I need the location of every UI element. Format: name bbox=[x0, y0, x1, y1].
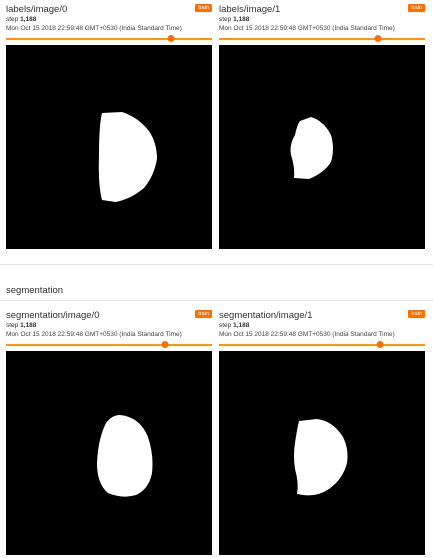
mask-image bbox=[219, 45, 425, 249]
card-title: segmentation/image/1 bbox=[219, 310, 313, 321]
run-badge[interactable]: train bbox=[195, 310, 212, 318]
step-label: step bbox=[6, 322, 19, 329]
card-title: labels/image/0 bbox=[6, 4, 68, 15]
step-value: 1,188 bbox=[20, 16, 37, 23]
timestamp: Mon Oct 15 2018 22:59:48 GMT+0530 (India… bbox=[219, 25, 395, 32]
slider-track bbox=[219, 344, 425, 346]
slider-track bbox=[219, 38, 425, 40]
section-header-segmentation[interactable]: segmentation bbox=[6, 285, 63, 296]
timestamp: Mon Oct 15 2018 22:59:48 GMT+0530 (India… bbox=[219, 331, 395, 338]
card-title: labels/image/1 bbox=[219, 4, 281, 15]
mask-image bbox=[6, 45, 212, 249]
step-slider[interactable] bbox=[6, 35, 212, 43]
mask-image bbox=[6, 351, 212, 555]
step-line: step 1,188 bbox=[219, 16, 249, 24]
section-divider-top bbox=[0, 264, 433, 265]
step-line: step 1,188 bbox=[6, 322, 36, 330]
step-slider[interactable] bbox=[219, 35, 425, 43]
tensorboard-images-page: labels/image/0 train step 1,188 Mon Oct … bbox=[0, 0, 433, 558]
step-value: 1,188 bbox=[233, 16, 250, 23]
step-value: 1,188 bbox=[233, 322, 250, 329]
slider-thumb[interactable] bbox=[376, 341, 384, 348]
image-display bbox=[6, 351, 212, 555]
section-divider-bottom bbox=[0, 300, 433, 301]
step-label: step bbox=[6, 16, 19, 23]
step-line: step 1,188 bbox=[219, 322, 249, 330]
image-display bbox=[219, 45, 425, 249]
run-badge[interactable]: train bbox=[408, 4, 425, 12]
slider-track bbox=[6, 38, 212, 40]
image-display bbox=[219, 351, 425, 555]
step-slider[interactable] bbox=[219, 341, 425, 349]
run-badge[interactable]: train bbox=[195, 4, 212, 12]
slider-thumb[interactable] bbox=[374, 35, 382, 42]
timestamp: Mon Oct 15 2018 22:59:48 GMT+0530 (India… bbox=[6, 331, 182, 338]
card-title: segmentation/image/0 bbox=[6, 310, 100, 321]
step-line: step 1,188 bbox=[6, 16, 36, 24]
step-value: 1,188 bbox=[20, 322, 37, 329]
step-slider[interactable] bbox=[6, 341, 212, 349]
slider-track bbox=[6, 344, 212, 346]
image-display bbox=[6, 45, 212, 249]
step-label: step bbox=[219, 16, 232, 23]
run-badge[interactable]: train bbox=[408, 310, 425, 318]
step-label: step bbox=[219, 322, 232, 329]
timestamp: Mon Oct 15 2018 22:59:48 GMT+0530 (India… bbox=[6, 25, 182, 32]
mask-image bbox=[219, 351, 425, 555]
slider-thumb[interactable] bbox=[167, 35, 175, 42]
slider-thumb[interactable] bbox=[161, 341, 169, 348]
